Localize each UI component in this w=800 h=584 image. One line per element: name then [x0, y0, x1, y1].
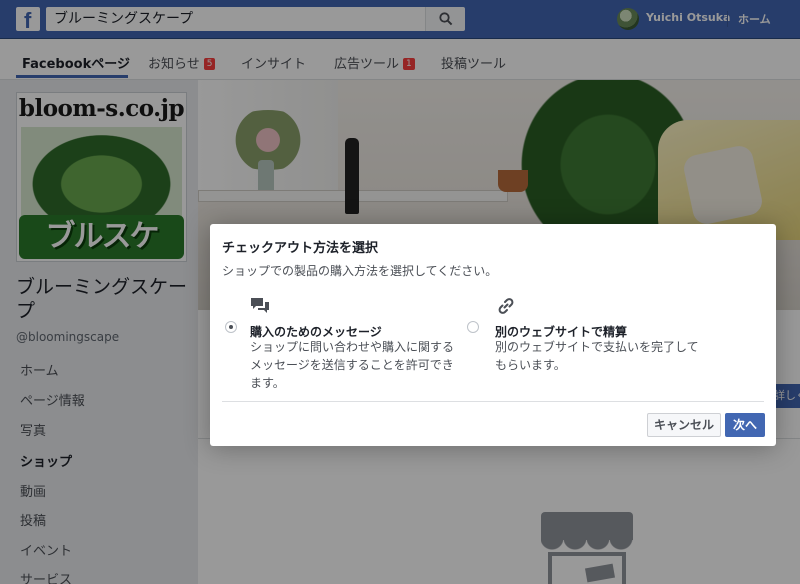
dialog-title: チェックアウト方法を選択 — [222, 241, 379, 256]
next-button[interactable]: 次へ — [725, 413, 765, 437]
dialog-subtitle: ショップでの製品の購入方法を選択してください。 — [222, 264, 498, 278]
option-message-description: ショップに問い合わせや購入に関するメッセージを送信することを許可できます。 — [250, 340, 455, 390]
dialog-divider — [222, 401, 764, 402]
radio-website-checkout[interactable] — [467, 321, 479, 333]
option-website-description: 別のウェブサイトで支払いを完了してもらいます。 — [495, 340, 699, 372]
chat-bubbles-icon — [251, 298, 269, 313]
radio-message-checkout[interactable] — [225, 321, 237, 333]
link-icon — [498, 298, 514, 314]
checkout-method-dialog: チェックアウト方法を選択 ショップでの製品の購入方法を選択してください。 購入の… — [210, 224, 776, 446]
cancel-button[interactable]: キャンセル — [647, 413, 721, 437]
